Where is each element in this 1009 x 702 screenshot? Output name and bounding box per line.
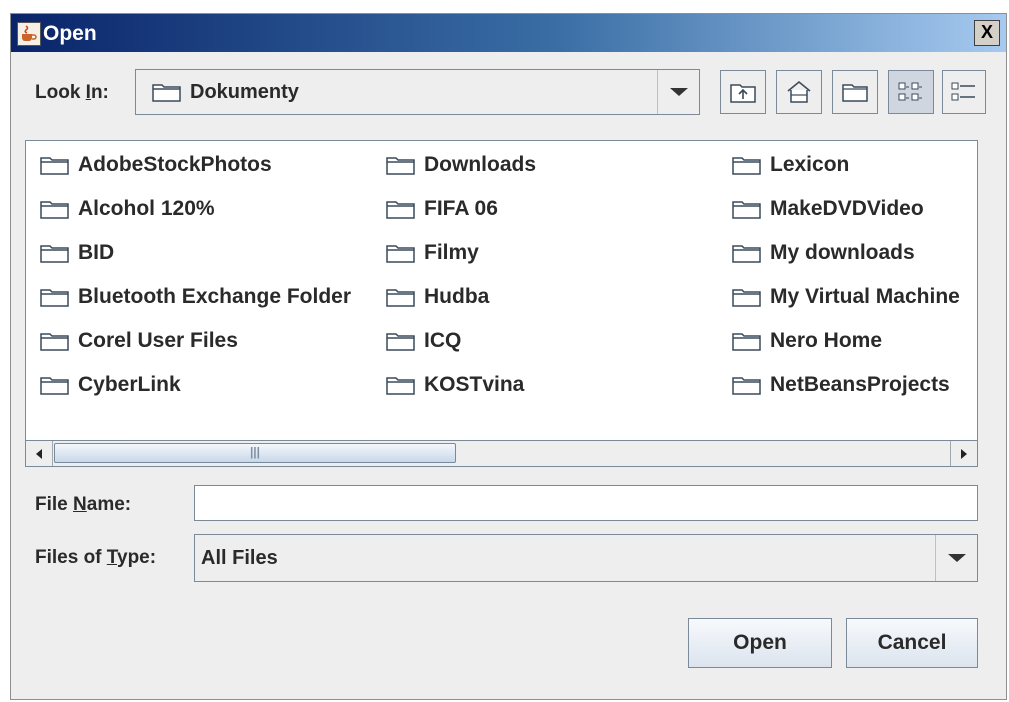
- up-folder-icon: [730, 84, 756, 103]
- file-name-text: Bluetooth Exchange Folder: [78, 285, 352, 308]
- list-item[interactable]: Lexicon: [732, 150, 849, 180]
- folder-icon: [152, 82, 182, 102]
- list-item[interactable]: Downloads: [386, 150, 536, 180]
- folder-icon: [732, 331, 762, 352]
- details-view-button[interactable]: [942, 70, 986, 114]
- list-item[interactable]: My downloads: [732, 238, 915, 268]
- folder-icon: [732, 199, 762, 220]
- list-item[interactable]: Corel User Files: [40, 326, 238, 356]
- file-name-text: Downloads: [424, 153, 537, 176]
- folder-icon: [40, 375, 70, 396]
- look-in-label: Look In:: [35, 82, 109, 103]
- details-view-icon: [951, 82, 975, 101]
- scroll-left-button[interactable]: [26, 441, 53, 466]
- title-bar[interactable]: Open X: [11, 14, 1006, 52]
- home-icon: [787, 80, 811, 103]
- file-type-dropdown-arrow[interactable]: [935, 535, 977, 581]
- folder-icon: [40, 155, 70, 176]
- folder-icon: [40, 287, 70, 308]
- chevron-down-icon: [669, 88, 688, 96]
- list-item[interactable]: FIFA 06: [386, 194, 498, 224]
- list-item[interactable]: MakeDVDVideo: [732, 194, 924, 224]
- folder-icon: [386, 243, 416, 264]
- list-item[interactable]: Bluetooth Exchange Folder: [40, 282, 351, 312]
- cancel-button[interactable]: Cancel: [846, 618, 978, 668]
- file-list[interactable]: ||| AdobeStockPhotos Alcohol 120% BID Bluet…: [25, 140, 978, 467]
- file-name-text: AdobeStockPhotos: [78, 153, 272, 176]
- file-name-text: ICQ: [424, 329, 462, 352]
- folder-icon: [40, 199, 70, 220]
- arrow-left-icon: [36, 448, 42, 459]
- list-item[interactable]: Hudba: [386, 282, 489, 312]
- folder-icon: [386, 199, 416, 220]
- file-name-text: My downloads: [770, 241, 915, 264]
- list-view-icon: [898, 82, 922, 101]
- list-item[interactable]: BID: [40, 238, 114, 268]
- home-button[interactable]: [776, 70, 822, 114]
- list-item[interactable]: CyberLink: [40, 370, 181, 400]
- horizontal-scrollbar[interactable]: |||: [26, 440, 977, 466]
- file-name-text: FIFA 06: [424, 197, 498, 220]
- list-item[interactable]: My Virtual Machine: [732, 282, 960, 312]
- window-title: Open: [43, 22, 97, 45]
- file-name-input[interactable]: [194, 485, 978, 521]
- file-type-label: Files of Type:: [35, 547, 157, 568]
- folder-icon: [386, 331, 416, 352]
- folder-icon: [386, 287, 416, 308]
- folder-icon: [732, 375, 762, 396]
- chevron-down-icon: [947, 554, 966, 562]
- close-button[interactable]: X: [974, 20, 1000, 46]
- list-item[interactable]: ICQ: [386, 326, 461, 356]
- folder-icon: [40, 243, 70, 264]
- file-name-text: KOSTvina: [424, 373, 525, 396]
- file-name-text: CyberLink: [78, 373, 181, 396]
- folder-icon: [732, 243, 762, 264]
- file-name-label: File Name:: [35, 494, 132, 515]
- file-name-text: Filmy: [424, 241, 479, 264]
- list-item[interactable]: Alcohol 120%: [40, 194, 215, 224]
- new-folder-button[interactable]: [832, 70, 878, 114]
- folder-icon: [386, 155, 416, 176]
- java-cup-icon: [17, 22, 41, 46]
- file-name-text: NetBeansProjects: [770, 373, 950, 396]
- file-name-text: My Virtual Machine: [770, 285, 960, 308]
- file-type-combo[interactable]: All Files: [194, 534, 978, 582]
- file-type-value: All Files: [201, 547, 278, 569]
- folder-icon: [40, 331, 70, 352]
- list-view-button[interactable]: [888, 70, 934, 114]
- file-name-text: MakeDVDVideo: [770, 197, 924, 220]
- new-folder-icon: [842, 84, 868, 102]
- file-name-text: Alcohol 120%: [78, 197, 215, 220]
- list-item[interactable]: Nero Home: [732, 326, 882, 356]
- file-name-text: Hudba: [424, 285, 490, 308]
- look-in-combo[interactable]: Dokumenty: [135, 69, 700, 115]
- list-item[interactable]: KOSTvina: [386, 370, 524, 400]
- look-in-dropdown-arrow[interactable]: [657, 70, 699, 114]
- folder-icon: [732, 155, 762, 176]
- folder-icon: [732, 287, 762, 308]
- file-name-text: Lexicon: [770, 153, 850, 176]
- list-item[interactable]: AdobeStockPhotos: [40, 150, 272, 180]
- scrollbar-thumb[interactable]: |||: [54, 443, 456, 463]
- up-one-level-button[interactable]: [720, 70, 766, 114]
- file-name-text: Nero Home: [770, 329, 883, 352]
- look-in-value: Dokumenty: [190, 81, 299, 103]
- arrow-right-icon: [961, 448, 967, 459]
- list-item[interactable]: NetBeansProjects: [732, 370, 950, 400]
- file-name-text: BID: [78, 241, 115, 264]
- scroll-right-button[interactable]: [950, 441, 977, 466]
- file-name-text: Corel User Files: [78, 329, 238, 352]
- open-button[interactable]: Open: [688, 618, 832, 668]
- list-item[interactable]: Filmy: [386, 238, 479, 268]
- folder-icon: [386, 375, 416, 396]
